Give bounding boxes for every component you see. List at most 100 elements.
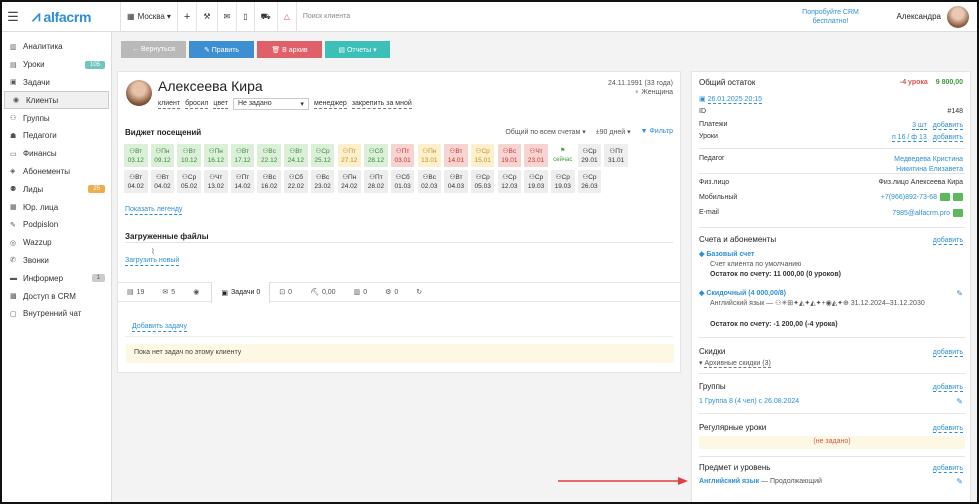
visit-cell[interactable]: ⚇Ср 05.03 <box>470 170 495 193</box>
visit-cell[interactable]: ⚇Вс 23.02 <box>310 170 335 193</box>
sidebar-item-4[interactable]: ⚇ Группы <box>2 109 111 127</box>
bell-icon[interactable]: △ <box>278 2 296 32</box>
sidebar-item-0[interactable]: ▥ Аналитика <box>2 38 111 56</box>
base-account-link[interactable]: Базовый счет <box>706 251 754 258</box>
visit-cell[interactable]: ⚇Сб 01.03 <box>390 170 415 193</box>
add-icon[interactable]: + <box>178 2 196 32</box>
sidebar-item-1[interactable]: ▤ Уроки 105 <box>2 56 111 74</box>
visit-cell[interactable]: ⚇Вс 16.02 <box>257 170 281 193</box>
visit-cell[interactable]: ⚑ сейчас <box>551 144 575 167</box>
add-group-link[interactable]: добавить <box>932 384 963 392</box>
visit-cell[interactable]: ⚇Ср 05.02 <box>177 170 201 193</box>
visit-cell[interactable]: ⚇Ср 19.03 <box>551 170 575 193</box>
tab-8[interactable]: ↻ <box>407 282 434 302</box>
visit-cell[interactable]: ⚇Вт 24.12 <box>284 144 308 167</box>
visit-cell[interactable]: ⚇Пт 03.01 <box>390 144 415 167</box>
add-regular-lesson-link[interactable]: добавить <box>932 425 963 433</box>
sidebar-item-15[interactable]: ▢ Внутренний чат <box>2 305 111 323</box>
user-menu[interactable]: Александра <box>897 5 969 28</box>
tab-2[interactable]: ◉ <box>184 282 211 302</box>
tab-7[interactable]: ⚙ 0 <box>376 282 407 302</box>
visit-cell[interactable]: ⚇Ср 15.01 <box>470 144 495 167</box>
visit-cell[interactable]: ⚇Пт 27.12 <box>337 144 361 167</box>
sidebar-item-14[interactable]: ▩ Доступ в CRM <box>2 287 111 305</box>
menu-icon[interactable]: ☰ <box>2 9 24 25</box>
sidebar-item-11[interactable]: ◎ Wazzup <box>2 234 111 252</box>
message-icon[interactable] <box>953 193 963 201</box>
sidebar-item-2[interactable]: ▣ Задачи <box>2 74 111 92</box>
visit-cell[interactable]: ⚇Вт 17.12 <box>230 144 255 167</box>
archive-button[interactable]: 🗑 В архив <box>257 41 322 58</box>
visit-cell[interactable]: ⚇Вт 14.01 <box>444 144 468 167</box>
visit-cell[interactable]: ⚇Вт 04.03 <box>444 170 468 193</box>
tab-6[interactable]: ▥ 0 <box>345 282 377 302</box>
visit-cell[interactable]: ⚇Пн 09.12 <box>150 144 175 167</box>
tab-3[interactable]: ▣ Задачи 0 <box>211 282 271 303</box>
visit-cell[interactable]: ⚇Вт 10.12 <box>177 144 201 167</box>
tab-0[interactable]: ▤ 19 <box>118 282 153 302</box>
back-button[interactable]: ← Вернуться <box>121 41 186 58</box>
wrench-icon[interactable]: ⚒ <box>197 2 216 32</box>
tab-5[interactable]: ⛏ 0,00 <box>301 282 345 302</box>
visit-cell[interactable]: ⚇Ср 12.03 <box>497 170 522 193</box>
mobile-value[interactable]: +7(966)892-73-68 <box>881 194 937 201</box>
visit-cell[interactable]: ⚇Сб 22.02 <box>284 170 308 193</box>
tab-4[interactable]: ⊡ 0 <box>270 282 301 302</box>
visit-cell[interactable]: ⚇Вс 02.03 <box>417 170 442 193</box>
trial-promo-link[interactable]: Попробуйте CRM бесплатно! <box>791 8 871 26</box>
manager-link[interactable]: менеджер <box>313 99 347 109</box>
visit-cell[interactable]: ⚇Вт 04.02 <box>150 170 175 193</box>
mail-icon[interactable]: ✉ <box>218 2 237 32</box>
edit-pencil-icon[interactable]: ✎ <box>956 289 963 298</box>
search-input[interactable]: Поиск клиента <box>303 13 563 20</box>
sms-icon[interactable] <box>940 193 950 201</box>
sidebar-item-13[interactable]: ▬ Информер 1 <box>2 269 111 287</box>
email-value[interactable]: 7985@alfacrm.pro <box>892 210 950 217</box>
cart-icon[interactable]: ⛟ <box>255 2 277 32</box>
visit-cell[interactable]: ⚇Ср 19.03 <box>524 170 548 193</box>
visit-cell[interactable]: ⚇Чт 13.02 <box>204 170 228 193</box>
visit-cell[interactable]: ⚇Вт 03.12 <box>124 144 148 167</box>
upload-file-link[interactable]: Загрузить новый <box>125 256 180 266</box>
sidebar-item-5[interactable]: ☗ Педагоги <box>2 127 111 145</box>
logo[interactable]: ⩘ alfacrm <box>32 8 120 25</box>
assign-to-me-link[interactable]: закрепить за мной <box>351 99 412 109</box>
visit-cell[interactable]: ⚇Ср 29.01 <box>577 144 602 167</box>
status-select[interactable]: Не задано ▾ <box>232 98 309 110</box>
sidebar-item-6[interactable]: ▭ Финансы <box>2 145 111 163</box>
days-filter[interactable]: ±90 дней ▾ <box>596 128 631 136</box>
edit-pencil-icon[interactable]: ✎ <box>956 397 963 406</box>
show-legend-link[interactable]: Показать легенду <box>125 205 183 215</box>
discount-account-link[interactable]: Скидочный (4 000,00/8) <box>706 290 786 297</box>
visit-cell[interactable]: ⚇Вт 04.02 <box>124 170 148 193</box>
lessons-value[interactable]: п 16 / ф 13 <box>891 134 927 142</box>
add-lesson-link[interactable]: добавить <box>932 134 963 142</box>
balance-date[interactable]: 26.01.2025 20:15 <box>707 96 763 104</box>
add-discount-link[interactable]: добавить <box>932 349 963 357</box>
tag-color[interactable]: цвет <box>213 99 228 109</box>
archived-discounts-link[interactable]: Архивные скидки (3) <box>704 360 771 368</box>
tag-client[interactable]: клиент <box>158 99 181 109</box>
visit-cell[interactable]: ⚇Пт 31.01 <box>604 144 628 167</box>
sidebar-item-8[interactable]: ⚉ Лиды 25 <box>2 180 111 198</box>
visit-cell[interactable]: ⚇Сб 28.12 <box>364 144 388 167</box>
filter-button[interactable]: ▼ Фильтр <box>641 128 673 136</box>
tab-1[interactable]: ✉ 5 <box>153 282 184 302</box>
add-task-link[interactable]: Добавить задачу <box>132 322 187 332</box>
visit-cell[interactable]: ⚇Пт 28.02 <box>364 170 388 193</box>
sidebar-item-7[interactable]: ◈ Абонементы <box>2 163 111 181</box>
visit-cell[interactable]: ⚇Вс 22.12 <box>257 144 281 167</box>
teacher-link[interactable]: Медведева Кристина <box>894 155 963 165</box>
mail-icon[interactable] <box>953 209 963 217</box>
subject-link[interactable]: Английский язык <box>699 478 759 485</box>
payments-value[interactable]: 3 шт <box>912 122 927 130</box>
visit-cell[interactable]: ⚇Пн 16.12 <box>204 144 228 167</box>
edit-pencil-icon[interactable]: ✎ <box>956 477 963 486</box>
city-selector[interactable]: ▦ Москва ▾ <box>121 2 177 32</box>
visit-cell[interactable]: ⚇Пн 13.01 <box>417 144 442 167</box>
sidebar-item-10[interactable]: ✎ Podpislon <box>2 216 111 234</box>
add-account-link[interactable]: добавить <box>932 237 963 245</box>
visit-cell[interactable]: ⚇Пт 14.02 <box>230 170 255 193</box>
account-filter[interactable]: Общий по всем счетам ▾ <box>505 128 585 136</box>
sidebar-item-12[interactable]: ✆ Звонки <box>2 252 111 270</box>
